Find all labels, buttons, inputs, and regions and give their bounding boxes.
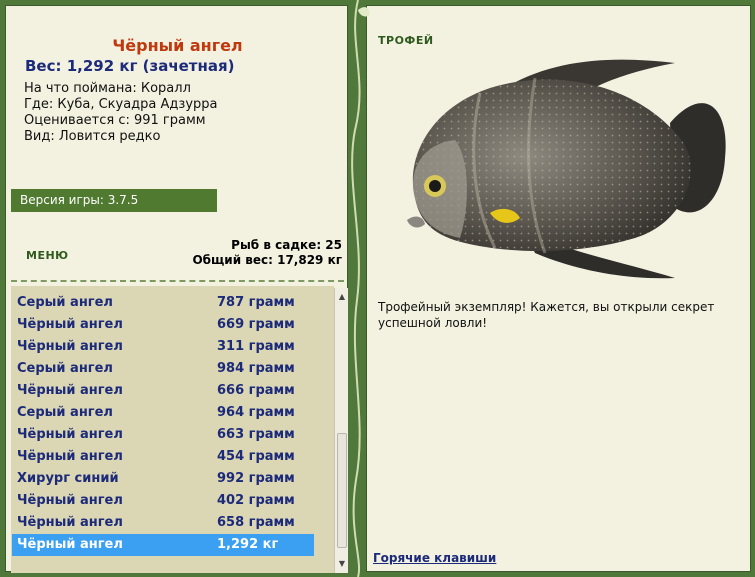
list-item-weight: 658 грамм bbox=[217, 515, 295, 530]
version-bar: Версия игры: 3.7.5 bbox=[11, 189, 217, 212]
trophy-panel: ТРОФЕЙ Трофейный экземпляр! Кажется, вы … bbox=[366, 5, 751, 572]
list-item-weight: 311 грамм bbox=[217, 339, 295, 354]
list-item[interactable]: Хирург синий 992 грамм bbox=[12, 468, 314, 490]
list-item[interactable]: Чёрный ангел 666 грамм bbox=[12, 380, 314, 402]
list-item-name: Серый ангел bbox=[17, 405, 113, 420]
list-item-weight: 992 грамм bbox=[217, 471, 295, 486]
list-item-weight: 984 грамм bbox=[217, 361, 295, 376]
list-item-weight: 787 грамм bbox=[217, 295, 295, 310]
list-item[interactable]: Серый ангел 787 грамм bbox=[12, 292, 314, 314]
catch-list[interactable]: Серый ангел 787 грамм Чёрный ангел 669 грам… bbox=[11, 286, 334, 573]
list-item-weight: 1,292 кг bbox=[217, 537, 279, 552]
fish-value: Оценивается с: 991 грамм bbox=[24, 113, 206, 128]
fish-bait: На что поймана: Коралл bbox=[24, 81, 191, 96]
fish-info-panel: Чёрный ангел Вес: 1,292 кг (зачетная) На… bbox=[5, 5, 348, 573]
list-item-weight: 663 грамм bbox=[217, 427, 295, 442]
fish-title: Чёрный ангел bbox=[112, 36, 243, 55]
list-item[interactable]: Серый ангел 984 грамм bbox=[12, 358, 314, 380]
list-item-name: Чёрный ангел bbox=[17, 493, 123, 508]
list-item-name: Серый ангел bbox=[17, 295, 113, 310]
list-item-name: Чёрный ангел bbox=[17, 515, 123, 530]
list-item-name: Чёрный ангел bbox=[17, 339, 123, 354]
fish-count: Рыб в садке: 25 bbox=[231, 238, 342, 252]
list-item-name: Чёрный ангел bbox=[17, 537, 123, 552]
separator bbox=[11, 280, 344, 282]
list-item[interactable]: Чёрный ангел 658 грамм bbox=[12, 512, 314, 534]
list-item-weight: 402 грамм bbox=[217, 493, 295, 508]
trophy-message: Трофейный экземпляр! Кажется, вы открыли… bbox=[378, 300, 715, 330]
list-item-weight: 964 грамм bbox=[217, 405, 295, 420]
angelfish-image bbox=[407, 59, 726, 279]
menu-button[interactable]: МЕНЮ bbox=[26, 249, 69, 262]
list-item[interactable]: Чёрный ангел 311 грамм bbox=[12, 336, 314, 358]
list-item[interactable]: Чёрный ангел 1,292 кг bbox=[12, 534, 314, 556]
list-item-weight: 666 грамм bbox=[217, 383, 295, 398]
list-item-weight: 454 грамм bbox=[217, 449, 295, 464]
list-item[interactable]: Чёрный ангел 402 грамм bbox=[12, 490, 314, 512]
list-item[interactable]: Серый ангел 964 грамм bbox=[12, 402, 314, 424]
list-item-name: Серый ангел bbox=[17, 361, 113, 376]
keepnet-stats: Рыб в садке: 25 Общий вес: 17,829 кг bbox=[192, 238, 342, 268]
list-item-name: Чёрный ангел bbox=[17, 317, 123, 332]
list-item-name: Чёрный ангел bbox=[17, 427, 123, 442]
hotkeys-link[interactable]: Горячие клавиши bbox=[373, 551, 496, 565]
list-item-name: Чёрный ангел bbox=[17, 449, 123, 464]
total-weight: Общий вес: 17,829 кг bbox=[192, 253, 342, 267]
list-item-weight: 669 грамм bbox=[217, 317, 295, 332]
list-item[interactable]: Чёрный ангел 454 грамм bbox=[12, 446, 314, 468]
trophy-label: ТРОФЕЙ bbox=[378, 34, 434, 47]
vine-decoration-icon bbox=[351, 0, 370, 577]
fish-location: Где: Куба, Скуадра Адзурра bbox=[24, 97, 218, 112]
fish-rarity: Вид: Ловится редко bbox=[24, 129, 161, 144]
list-item[interactable]: Чёрный ангел 663 грамм bbox=[12, 424, 314, 446]
list-item-name: Чёрный ангел bbox=[17, 383, 123, 398]
fish-weight: Вес: 1,292 кг (зачетная) bbox=[25, 57, 235, 75]
list-item[interactable]: Чёрный ангел 669 грамм bbox=[12, 314, 314, 336]
list-item-name: Хирург синий bbox=[17, 471, 119, 486]
